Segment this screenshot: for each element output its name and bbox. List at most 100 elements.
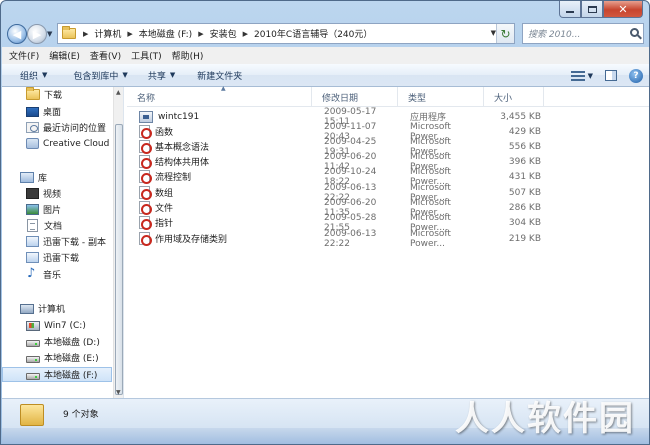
column-header-name[interactable]: ▲ 名称 bbox=[127, 85, 312, 107]
breadcrumb-install-packages[interactable]: 安装包 bbox=[207, 27, 240, 40]
breadcrumb-separator[interactable]: ▶ bbox=[124, 30, 135, 38]
nav-item-label: 图片 bbox=[43, 206, 62, 216]
maximize-button[interactable] bbox=[581, 1, 603, 18]
pdf-icon bbox=[139, 201, 152, 215]
scroll-up-icon[interactable]: ▲ bbox=[116, 89, 121, 96]
nav-item-label: 迅雷下载 - 副本 bbox=[43, 238, 106, 248]
address-bar[interactable]: ▶ 计算机 ▶ 本地磁盘 (F:) ▶ 安装包 ▶ 2010年C语言辅导（240… bbox=[57, 23, 515, 44]
share-button[interactable]: 共享 ▼ bbox=[148, 69, 175, 82]
pdf-icon bbox=[139, 125, 152, 139]
forward-button[interactable]: ▶ bbox=[27, 24, 47, 44]
menu-view[interactable]: 查看(V) bbox=[90, 49, 121, 62]
column-header-row: ▲ 名称 修改日期 类型 大小 bbox=[127, 85, 649, 107]
nav-item-label: 库 bbox=[38, 174, 48, 184]
nav-item-creative-cloud[interactable]: Creative Cloud F bbox=[2, 136, 117, 151]
column-header-size[interactable]: 大小 bbox=[484, 87, 544, 107]
nav-item-label: 文档 bbox=[44, 222, 63, 232]
creative-cloud-icon bbox=[26, 138, 39, 149]
recent-pages-dropdown[interactable]: ▼ bbox=[47, 30, 52, 38]
nav-item-recent-places[interactable]: 最近访问的位置 bbox=[2, 120, 112, 135]
pdf-icon bbox=[139, 140, 152, 154]
new-folder-button[interactable]: 新建文件夹 bbox=[197, 69, 242, 82]
menu-help[interactable]: 帮助(H) bbox=[172, 49, 204, 62]
file-size: 396 KB bbox=[508, 156, 541, 167]
breadcrumb-separator[interactable]: ▶ bbox=[195, 30, 206, 38]
nav-item-label: 迅雷下载 bbox=[43, 254, 80, 264]
breadcrumb-separator[interactable]: ▶ bbox=[240, 30, 251, 38]
file-type: Microsoft Power... bbox=[410, 228, 451, 249]
breadcrumb-current-folder[interactable]: 2010年C语言辅导（240元） bbox=[251, 27, 375, 40]
new-folder-label: 新建文件夹 bbox=[197, 71, 243, 82]
windows-drive-icon bbox=[26, 320, 40, 331]
hard-drive-icon bbox=[26, 355, 40, 363]
folder-icon bbox=[20, 404, 44, 426]
file-name: 作用域及存储类别 bbox=[155, 235, 228, 245]
search-placeholder: 搜索 2010... bbox=[528, 30, 581, 40]
file-name: 基本概念语法 bbox=[155, 143, 210, 153]
minimize-icon bbox=[566, 10, 574, 13]
file-date: 2009-06-13 22:22 bbox=[324, 228, 377, 249]
file-name: 函数 bbox=[155, 128, 174, 138]
nav-item-pictures[interactable]: 图片 bbox=[2, 202, 112, 217]
nav-item-documents[interactable]: 文档 bbox=[2, 218, 112, 233]
music-library-icon bbox=[26, 266, 39, 281]
nav-item-videos[interactable]: 视频 bbox=[2, 186, 112, 201]
view-options-dropdown[interactable]: ▼ bbox=[588, 72, 593, 80]
nav-scroll-thumb[interactable] bbox=[115, 124, 123, 395]
file-size: 507 KB bbox=[508, 187, 541, 198]
address-row: ◀ ▶ ▼ ▶ 计算机 ▶ 本地磁盘 (F:) ▶ 安装包 ▶ 2010年C语言… bbox=[1, 23, 649, 45]
caption-buttons: ✕ bbox=[559, 1, 643, 19]
nav-item-computer[interactable]: 计算机 bbox=[2, 301, 112, 316]
menu-tools[interactable]: 工具(T) bbox=[131, 49, 162, 62]
breadcrumb-root-arrow[interactable]: ▶ bbox=[80, 30, 91, 38]
chevron-down-icon: ▼ bbox=[169, 71, 176, 79]
refresh-icon: ↻ bbox=[500, 26, 511, 41]
nav-item-thunder[interactable]: 迅雷下载 bbox=[2, 250, 112, 265]
column-header-date[interactable]: 修改日期 bbox=[312, 87, 398, 107]
organize-button[interactable]: 组织 ▼ bbox=[20, 69, 47, 82]
change-view-icon[interactable] bbox=[570, 70, 585, 81]
nav-item-libraries[interactable]: 库 bbox=[2, 170, 112, 185]
nav-item-label: 本地磁盘 (F:) bbox=[44, 371, 98, 381]
nav-item-drive-d[interactable]: 本地磁盘 (D:) bbox=[2, 334, 112, 349]
nav-item-downloads[interactable]: 下载 bbox=[2, 87, 112, 102]
nav-scrollbar[interactable]: ▲ ▼ bbox=[113, 87, 123, 398]
nav-item-drive-e[interactable]: 本地磁盘 (E:) bbox=[2, 350, 112, 365]
close-button[interactable]: ✕ bbox=[603, 1, 643, 18]
column-header-type[interactable]: 类型 bbox=[398, 87, 484, 107]
file-row[interactable]: 作用域及存储类别 2009-06-13 22:22 Microsoft Powe… bbox=[127, 228, 547, 249]
nav-item-desktop[interactable]: 桌面 bbox=[2, 104, 112, 119]
file-name: 指针 bbox=[155, 219, 174, 229]
nav-item-music[interactable]: 音乐 bbox=[2, 266, 112, 282]
download-folder-icon bbox=[26, 87, 40, 100]
explorer-window: ✕ ◀ ▶ ▼ ▶ 计算机 ▶ 本地磁盘 (F:) ▶ 安装包 ▶ 2010年C… bbox=[0, 0, 650, 445]
file-size: 304 KB bbox=[508, 217, 541, 228]
back-button[interactable]: ◀ bbox=[7, 24, 27, 44]
breadcrumb-drive-f[interactable]: 本地磁盘 (F:) bbox=[136, 27, 195, 40]
preview-pane-icon[interactable] bbox=[605, 70, 617, 81]
nav-item-drive-c[interactable]: Win7 (C:) bbox=[2, 318, 112, 333]
item-count: 9 个对象 bbox=[63, 410, 99, 420]
file-name: 结构体共用体 bbox=[155, 158, 210, 168]
include-in-library-button[interactable]: 包含到库中 ▼ bbox=[73, 69, 127, 82]
menu-edit[interactable]: 编辑(E) bbox=[49, 49, 80, 62]
search-icon[interactable] bbox=[630, 28, 639, 37]
nav-item-label: 视频 bbox=[43, 190, 62, 200]
file-size: 429 KB bbox=[508, 126, 541, 137]
nav-item-thunder-copy[interactable]: 迅雷下载 - 副本 bbox=[2, 234, 112, 249]
breadcrumb-computer[interactable]: 计算机 bbox=[91, 27, 124, 40]
minimize-button[interactable] bbox=[559, 1, 581, 18]
nav-item-label: 桌面 bbox=[43, 108, 62, 118]
file-size: 3,455 KB bbox=[500, 111, 541, 122]
help-icon[interactable]: ? bbox=[629, 68, 643, 83]
refresh-button[interactable]: ↻ bbox=[496, 24, 514, 43]
nav-item-label: Win7 (C:) bbox=[44, 320, 86, 331]
search-input[interactable]: 搜索 2010... bbox=[522, 23, 644, 44]
picture-library-icon bbox=[26, 204, 39, 215]
libraries-icon bbox=[20, 172, 34, 183]
include-in-library-label: 包含到库中 bbox=[73, 71, 119, 82]
nav-item-drive-f[interactable]: 本地磁盘 (F:) bbox=[2, 367, 112, 382]
menu-file[interactable]: 文件(F) bbox=[9, 49, 39, 62]
scroll-down-icon[interactable]: ▼ bbox=[116, 389, 121, 396]
back-arrow-icon: ◀ bbox=[12, 27, 22, 41]
